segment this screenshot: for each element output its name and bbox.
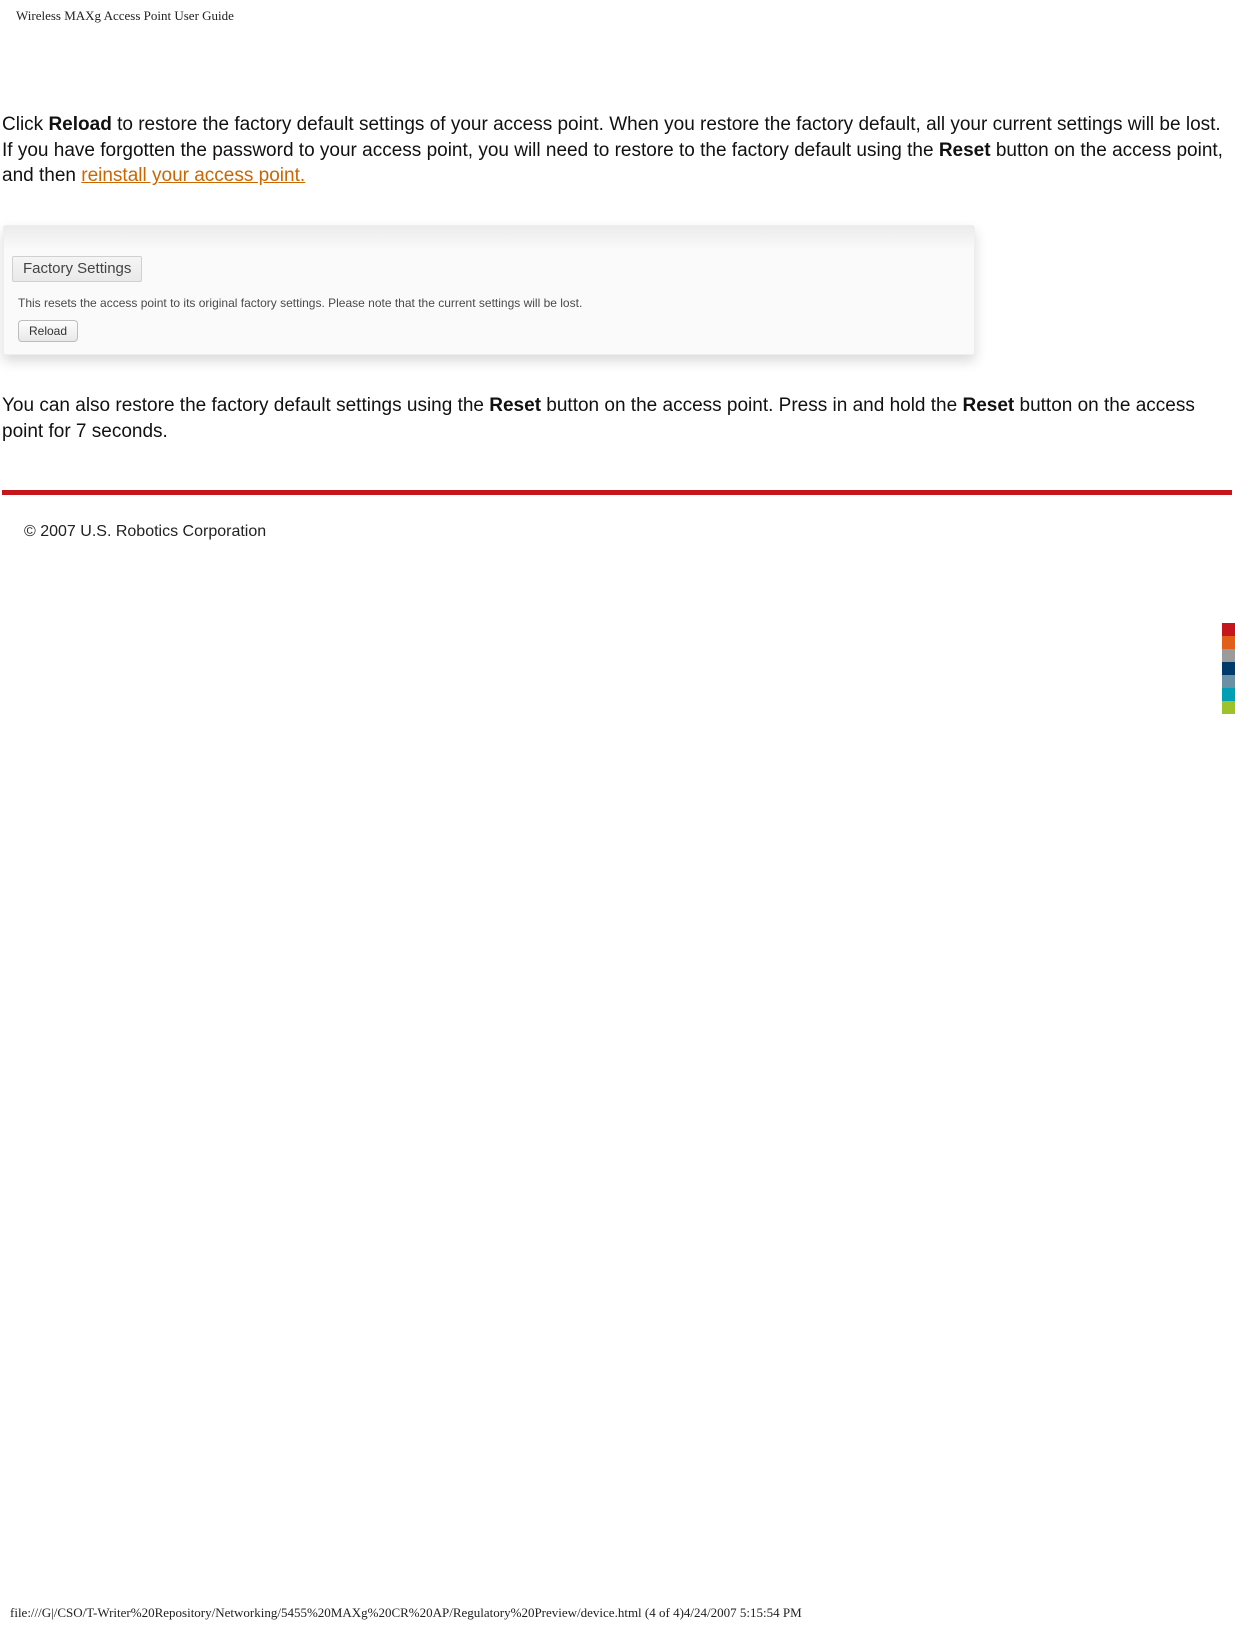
para-reset-instructions: You can also restore the factory default… <box>2 393 1233 444</box>
label-reset: Reset <box>489 395 541 416</box>
color-block-4 <box>1222 675 1235 688</box>
content: Click Reload to restore the factory defa… <box>0 32 1235 541</box>
color-block-2 <box>1222 649 1235 662</box>
label-reset: Reset <box>939 140 991 161</box>
panel-paper: Factory Settings This resets the access … <box>3 225 975 355</box>
page-footer: file:///G|/CSO/T-Writer%20Repository/Net… <box>10 1605 802 1621</box>
copyright-text: © 2007 U.S. Robotics Corporation <box>2 523 1233 541</box>
text-segment: button on the access point. Press in and… <box>541 395 962 416</box>
panel-description: This resets the access point to its orig… <box>18 296 960 310</box>
factory-settings-panel: Factory Settings This resets the access … <box>3 225 975 355</box>
color-block-0 <box>1222 623 1235 636</box>
color-block-1 <box>1222 636 1235 649</box>
color-block-5 <box>1222 688 1235 701</box>
color-stack <box>1222 623 1235 714</box>
para-reload-instructions: Click Reload to restore the factory defa… <box>2 112 1233 189</box>
label-reset: Reset <box>962 395 1014 416</box>
color-block-6 <box>1222 701 1235 714</box>
page-header: Wireless MAXg Access Point User Guide <box>0 0 1235 32</box>
text-segment: Click <box>2 114 48 135</box>
color-block-3 <box>1222 662 1235 675</box>
red-divider <box>2 490 1232 495</box>
panel-legend: Factory Settings <box>12 256 142 282</box>
label-reload: Reload <box>48 114 111 135</box>
text-segment: You can also restore the factory default… <box>2 395 489 416</box>
reinstall-link[interactable]: reinstall your access point. <box>81 165 305 186</box>
reload-button[interactable]: Reload <box>18 320 78 342</box>
